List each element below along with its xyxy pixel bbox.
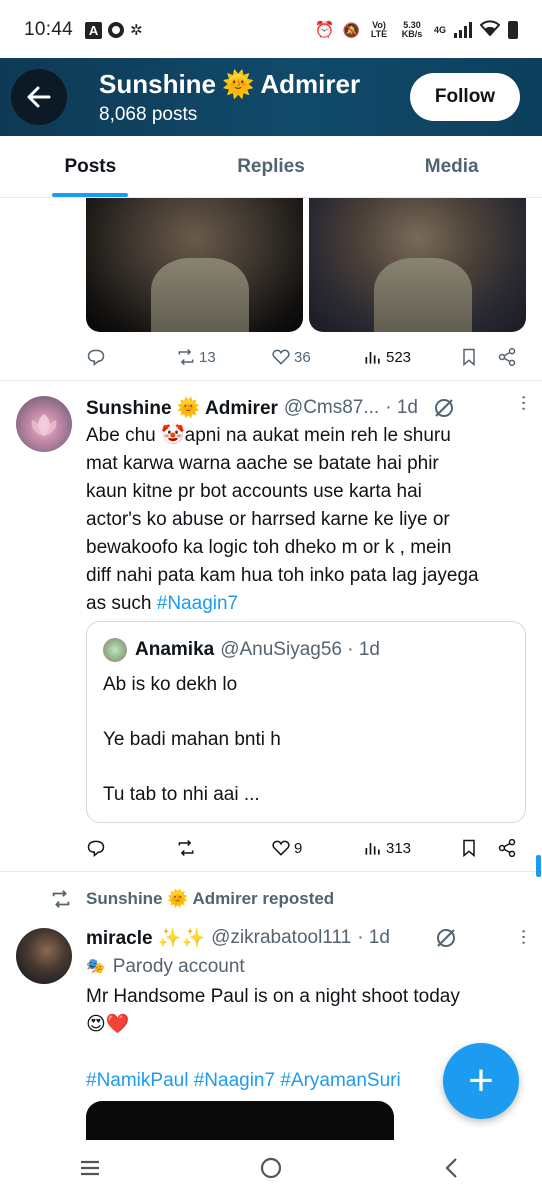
more-options-icon[interactable]: ··· bbox=[512, 928, 535, 945]
follow-button[interactable]: Follow bbox=[410, 73, 520, 121]
reply-button[interactable] bbox=[86, 347, 176, 367]
parody-label: 🎭 Parody account bbox=[86, 953, 526, 981]
bookmark-button[interactable] bbox=[459, 838, 497, 858]
author-name[interactable]: miracle ✨✨ bbox=[86, 926, 205, 950]
system-nav-bar bbox=[0, 1140, 542, 1200]
like-count: 36 bbox=[294, 348, 311, 366]
sun-emoji-icon: 🌞 bbox=[176, 398, 201, 419]
share-icon bbox=[498, 838, 516, 858]
quoted-author-handle: @AnuSiyag56 · 1d bbox=[220, 639, 380, 660]
reply-icon bbox=[87, 349, 105, 367]
reply-button[interactable] bbox=[86, 838, 176, 858]
author-handle[interactable]: @Cms87... bbox=[284, 397, 379, 419]
grok-icon[interactable] bbox=[432, 396, 456, 420]
repost-count: 13 bbox=[199, 348, 216, 366]
quoted-text-line: Tu tab to nhi aai ... bbox=[103, 784, 260, 805]
repost-button[interactable] bbox=[176, 838, 271, 858]
like-button[interactable]: 9 bbox=[271, 838, 363, 858]
tab-posts[interactable]: Posts bbox=[0, 136, 181, 197]
recent-apps-icon[interactable] bbox=[78, 1158, 102, 1183]
post1-action-bar: 13 36 523 bbox=[86, 342, 526, 372]
views-icon bbox=[365, 352, 380, 364]
profile-tabs: Posts Replies Media bbox=[0, 136, 542, 198]
profile-header: Sunshine 🌞 Admirer 8,068 posts Follow bbox=[0, 58, 542, 136]
heart-icon bbox=[272, 349, 290, 365]
back-button[interactable] bbox=[11, 69, 67, 125]
media-image-1[interactable] bbox=[86, 198, 303, 332]
repost-label: Sunshine 🌞 Admirer reposted bbox=[86, 889, 335, 908]
post2-action-bar: 9 313 bbox=[86, 833, 526, 863]
scroll-indicator[interactable] bbox=[536, 855, 541, 877]
signal-icon bbox=[454, 22, 472, 38]
like-button[interactable]: 36 bbox=[271, 347, 363, 367]
more-options-icon[interactable]: ··· bbox=[512, 394, 535, 411]
tab-media[interactable]: Media bbox=[361, 136, 542, 197]
compose-button[interactable]: + bbox=[443, 1043, 519, 1119]
views-button[interactable]: 313 bbox=[363, 838, 459, 858]
share-icon bbox=[498, 347, 516, 367]
grok-icon[interactable] bbox=[434, 926, 458, 950]
heart-icon bbox=[272, 840, 290, 856]
hashtag-link[interactable]: #Naagin7 bbox=[157, 593, 238, 614]
repost-indicator: Sunshine 🌞 Admirer reposted bbox=[50, 888, 334, 910]
repost-icon bbox=[52, 890, 70, 908]
arrow-left-icon bbox=[27, 86, 51, 108]
quoted-author-name: Anamika bbox=[135, 639, 215, 660]
share-button[interactable] bbox=[497, 838, 517, 858]
post-header: Sunshine 🌞 Admirer @Cms87... · 1d bbox=[86, 396, 456, 420]
post-text: Abe chu 🤡apni na aukat mein reh le shuru… bbox=[86, 425, 479, 614]
mask-icon: 🎭 bbox=[86, 958, 105, 975]
post-header: miracle ✨✨ @zikrabatool111 · 1d bbox=[86, 926, 458, 950]
post-divider bbox=[0, 380, 542, 381]
bookmark-icon bbox=[463, 348, 475, 367]
post-time: · 1d bbox=[357, 927, 390, 948]
avatar bbox=[103, 638, 127, 662]
views-button[interactable]: 523 bbox=[363, 347, 459, 367]
mute-icon: 🔕 bbox=[342, 21, 360, 38]
back-nav-icon[interactable] bbox=[440, 1156, 464, 1185]
author-handle[interactable]: @zikrabatool111 bbox=[211, 927, 351, 949]
bookmark-icon bbox=[463, 839, 475, 858]
app-notification-icon: A bbox=[85, 21, 103, 39]
avatar[interactable] bbox=[16, 928, 72, 984]
views-count: 523 bbox=[386, 348, 412, 366]
views-icon bbox=[365, 843, 380, 855]
battery-icon bbox=[508, 21, 518, 39]
alarm-icon: ⏰ bbox=[314, 22, 335, 39]
quoted-text-line: Ye badi mahan bnti h bbox=[103, 729, 281, 750]
media-image-2[interactable] bbox=[309, 198, 526, 332]
circle-notification-icon bbox=[108, 22, 125, 38]
wifi-icon bbox=[479, 19, 501, 41]
repost-icon bbox=[178, 348, 194, 366]
post-divider bbox=[0, 871, 542, 872]
repost-icon bbox=[178, 839, 194, 857]
tab-replies[interactable]: Replies bbox=[181, 136, 362, 197]
share-button[interactable] bbox=[497, 347, 517, 367]
network-type: 4G bbox=[433, 24, 446, 35]
post-time: · 1d bbox=[385, 397, 418, 418]
avatar[interactable] bbox=[16, 396, 72, 452]
home-icon[interactable] bbox=[259, 1156, 283, 1185]
quoted-text-line: Ab is ko dekh lo bbox=[103, 674, 238, 695]
network-speed: 5.30 KB/s bbox=[401, 20, 423, 39]
author-name[interactable]: Sunshine 🌞 Admirer bbox=[86, 396, 278, 420]
flower-avatar-icon bbox=[31, 414, 57, 436]
post-count: 8,068 posts bbox=[99, 103, 198, 125]
views-count: 313 bbox=[386, 839, 412, 857]
gear-icon: ✲ bbox=[130, 22, 143, 39]
bookmark-button[interactable] bbox=[459, 347, 497, 367]
sun-emoji-icon: 🌞 bbox=[222, 68, 255, 99]
quoted-post[interactable]: Anamika @AnuSiyag56 · 1d Ab is ko dekh l… bbox=[86, 621, 526, 823]
header-text: Sunshine 🌞 Admirer 8,068 posts bbox=[99, 69, 360, 126]
profile-name: Sunshine 🌞 Admirer bbox=[99, 68, 361, 99]
volte-indicator: Vo) LTE bbox=[370, 20, 388, 39]
repost-button[interactable]: 13 bbox=[176, 347, 271, 367]
post-media[interactable] bbox=[86, 198, 526, 332]
status-time: 10:44 bbox=[24, 19, 74, 40]
like-count: 9 bbox=[294, 839, 303, 857]
reply-icon bbox=[87, 840, 105, 858]
status-bar: 10:44 A ✲ ⏰ 🔕 Vo) LTE 5.30 KB/s 4G bbox=[0, 0, 542, 60]
